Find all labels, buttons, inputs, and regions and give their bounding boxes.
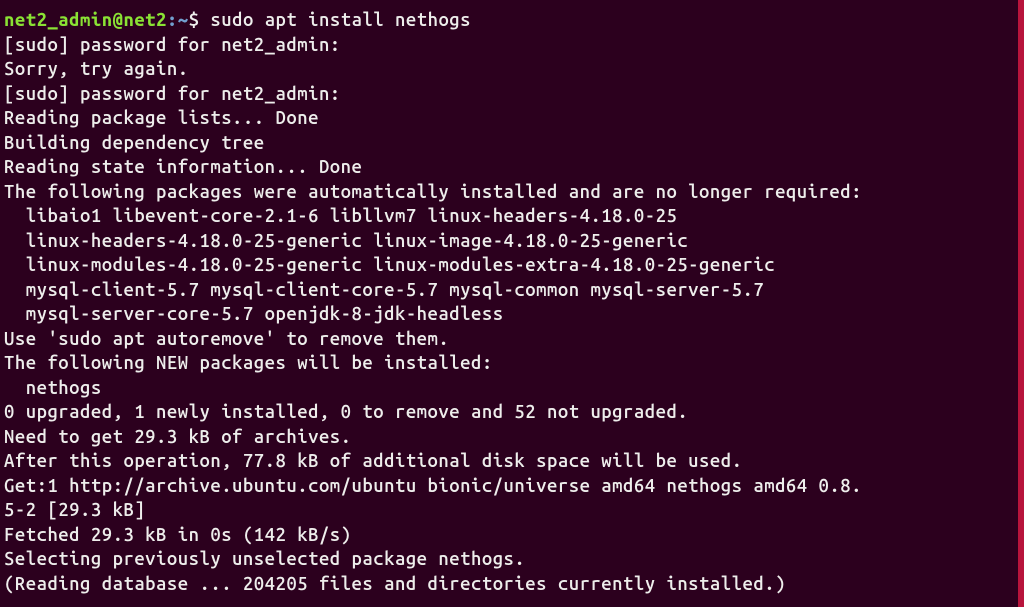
output-line: The following NEW packages will be insta…: [4, 351, 1018, 376]
output-line: The following packages were automaticall…: [4, 180, 1018, 205]
output-line: Selecting previously unselected package …: [4, 547, 1018, 572]
output-line: Need to get 29.3 kB of archives.: [4, 425, 1018, 450]
output-line: Building dependency tree: [4, 131, 1018, 156]
output-line: mysql-client-5.7 mysql-client-core-5.7 m…: [4, 278, 1018, 303]
output-line: linux-modules-4.18.0-25-generic linux-mo…: [4, 253, 1018, 278]
output-line: linux-headers-4.18.0-25-generic linux-im…: [4, 229, 1018, 254]
terminal-window[interactable]: net2_admin@net2:~$ sudo apt install neth…: [0, 0, 1018, 607]
prompt-cwd: ~: [178, 10, 189, 30]
output-line: Fetched 29.3 kB in 0s (142 kB/s): [4, 523, 1018, 548]
prompt-user-host: net2_admin@net2: [4, 10, 167, 30]
output-line: mysql-server-core-5.7 openjdk-8-jdk-head…: [4, 302, 1018, 327]
terminal-scrollbar[interactable]: [1018, 0, 1024, 607]
output-line: (Reading database ... 204205 files and d…: [4, 572, 1018, 597]
prompt-dollar: $: [189, 10, 211, 30]
output-line: After this operation, 77.8 kB of additio…: [4, 449, 1018, 474]
output-line: 5-2 [29.3 kB]: [4, 498, 1018, 523]
output-line: nethogs: [4, 376, 1018, 401]
output-line: Use 'sudo apt autoremove' to remove them…: [4, 327, 1018, 352]
prompt-line: net2_admin@net2:~$ sudo apt install neth…: [4, 8, 1018, 33]
output-line: [sudo] password for net2_admin:: [4, 33, 1018, 58]
output-line: [sudo] password for net2_admin:: [4, 82, 1018, 107]
output-line: Get:1 http://archive.ubuntu.com/ubuntu b…: [4, 474, 1018, 499]
output-line: Sorry, try again.: [4, 57, 1018, 82]
output-line: libaio1 libevent-core-2.1-6 libllvm7 lin…: [4, 204, 1018, 229]
output-line: Reading state information... Done: [4, 155, 1018, 180]
output-line: 0 upgraded, 1 newly installed, 0 to remo…: [4, 400, 1018, 425]
output-line: Reading package lists... Done: [4, 106, 1018, 131]
prompt-separator: :: [167, 10, 178, 30]
command-text: sudo apt install nethogs: [210, 10, 471, 30]
